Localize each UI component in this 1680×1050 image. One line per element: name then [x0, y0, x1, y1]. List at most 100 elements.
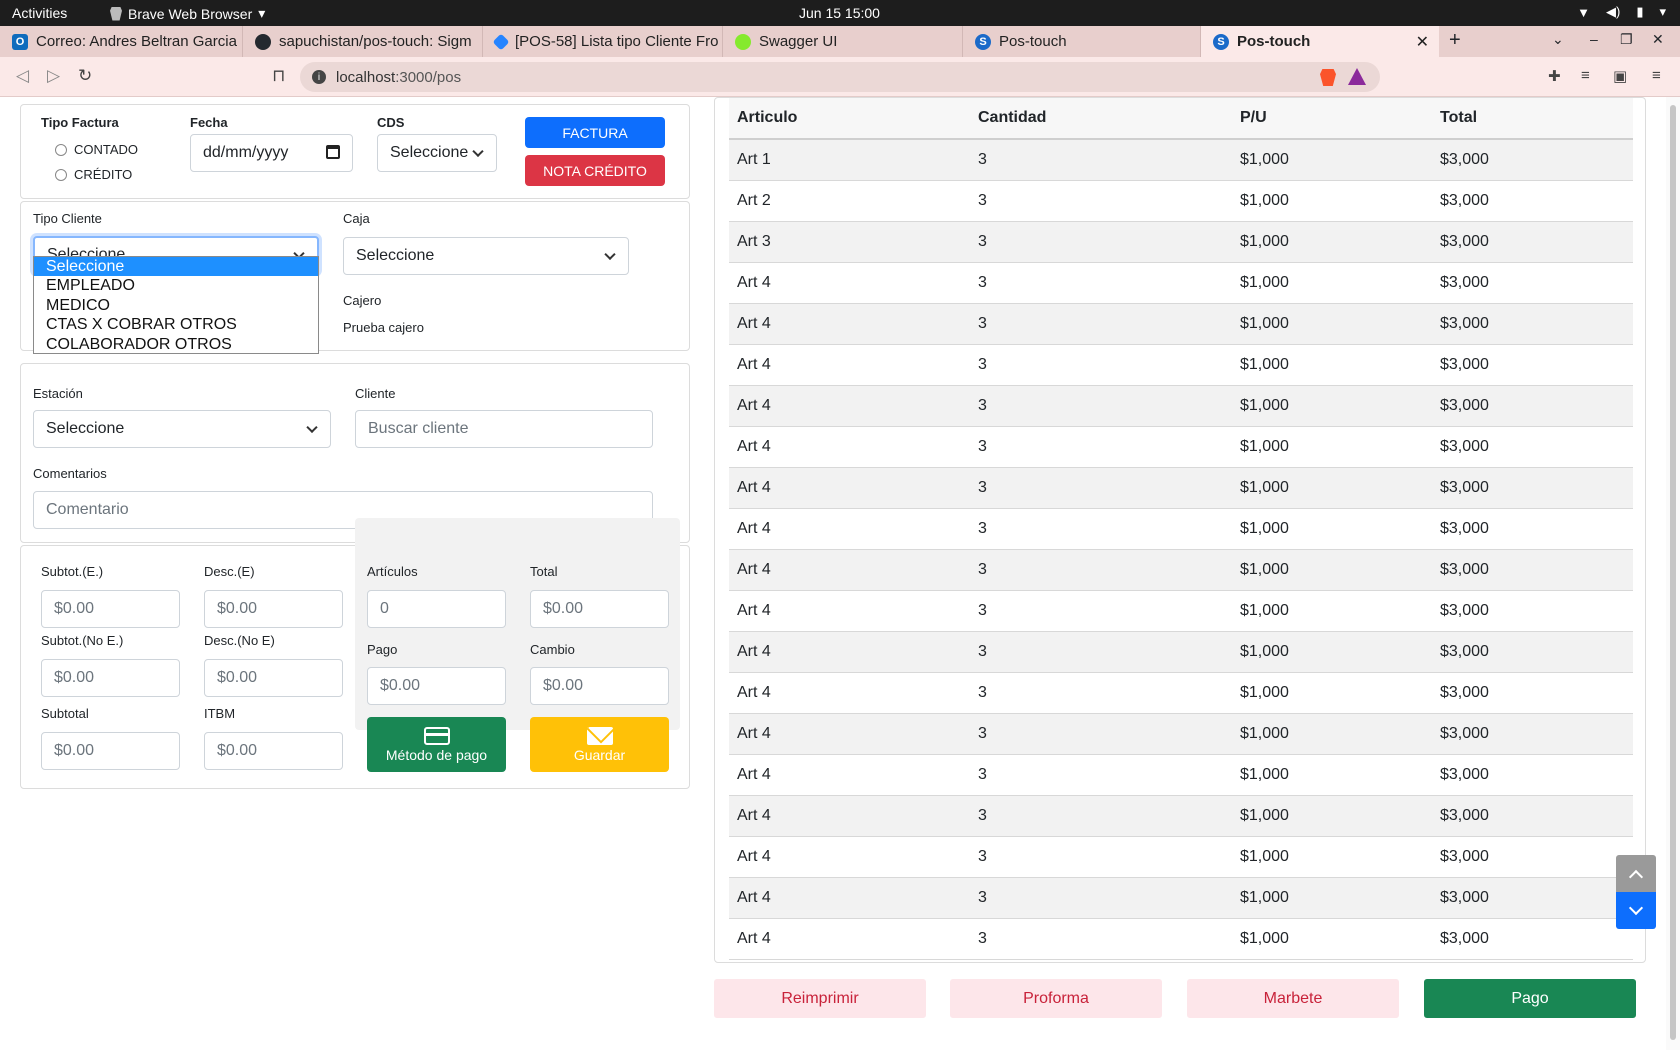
scroll-buttons — [1616, 855, 1656, 929]
cell-total: $3,000 — [1432, 508, 1633, 550]
table-row[interactable]: Art 4 3 $1,000 $3,000 — [729, 303, 1633, 345]
menu-icon[interactable]: ≡ — [1652, 67, 1661, 84]
page-scrollbar[interactable] — [1666, 97, 1680, 1050]
table-row[interactable]: Art 4 3 $1,000 $3,000 — [729, 631, 1633, 673]
table-row[interactable]: Art 4 3 $1,000 $3,000 — [729, 836, 1633, 878]
header-pu[interactable]: P/U — [1232, 98, 1432, 140]
address-bar[interactable]: i localhost:3000/pos — [300, 62, 1380, 92]
subtot-e-input[interactable]: $0.00 — [41, 590, 180, 628]
brave-lion-icon — [110, 6, 122, 21]
table-row[interactable]: Art 4 3 $1,000 $3,000 — [729, 672, 1633, 714]
header-articulo[interactable]: Articulo — [729, 98, 970, 140]
tab-jira[interactable]: [POS-58] Lista tipo Cliente Fro — [483, 26, 723, 57]
forward-icon[interactable]: ▷ — [47, 66, 60, 86]
table-row[interactable]: Art 4 3 $1,000 $3,000 — [729, 795, 1633, 837]
cds-select[interactable]: Seleccione — [377, 134, 497, 172]
table-row[interactable]: Art 4 3 $1,000 $3,000 — [729, 467, 1633, 509]
back-icon[interactable]: ◁ — [16, 66, 29, 86]
tipo-cliente-dropdown[interactable]: Seleccione EMPLEADO MEDICO CTAS X COBRAR… — [33, 256, 319, 354]
dropdown-option[interactable]: Seleccione — [34, 257, 318, 277]
cambio-input[interactable]: $0.00 — [530, 667, 669, 705]
pago-input[interactable]: $0.00 — [367, 667, 506, 705]
tab-swagger[interactable]: Swagger UI — [723, 26, 963, 57]
dropdown-option[interactable]: EMPLEADO — [34, 276, 318, 295]
scrollbar-thumb[interactable] — [1670, 105, 1676, 1040]
table-row[interactable]: Art 4 3 $1,000 $3,000 — [729, 262, 1633, 304]
subtot-ne-label: Subtot.(No E.) — [41, 633, 124, 648]
cell-total: $3,000 — [1432, 795, 1633, 837]
tab-github[interactable]: sapuchistan/pos-touch: Sigm — [243, 26, 483, 57]
table-row[interactable]: Art 4 3 $1,000 $3,000 — [729, 918, 1633, 960]
tab-pos-touch[interactable]: S Pos-touch — [963, 26, 1201, 57]
caja-select[interactable]: Seleccione — [343, 237, 629, 275]
table-row[interactable]: Art 4 3 $1,000 $3,000 — [729, 344, 1633, 386]
extensions-icon[interactable]: ✚ — [1548, 67, 1561, 85]
dropdown-option[interactable]: COLABORADOR OTROS — [34, 335, 318, 354]
subtot-ne-input[interactable]: $0.00 — [41, 659, 180, 697]
radio-contado[interactable]: CONTADO — [55, 142, 138, 157]
dropdown-option[interactable]: CTAS X COBRAR OTROS — [34, 315, 318, 334]
clock[interactable]: Jun 15 15:00 — [799, 5, 880, 21]
proforma-button[interactable]: Proforma — [950, 979, 1162, 1018]
tab-list-chevron-icon[interactable]: ⌄ — [1552, 31, 1564, 48]
table-row[interactable]: Art 4 3 $1,000 $3,000 — [729, 877, 1633, 919]
app-menu[interactable]: Brave Web Browser ▾ — [110, 5, 265, 22]
site-info-icon[interactable]: i — [312, 70, 326, 84]
maximize-icon[interactable]: ❐ — [1620, 31, 1633, 48]
pago-value: $0.00 — [380, 677, 421, 694]
table-row[interactable]: Art 4 3 $1,000 $3,000 — [729, 508, 1633, 550]
table-row[interactable]: Art 2 3 $1,000 $3,000 — [729, 180, 1633, 222]
itbm-input[interactable]: $0.00 — [204, 732, 343, 770]
table-row[interactable]: Art 4 3 $1,000 $3,000 — [729, 713, 1633, 755]
tab-pos-touch-active[interactable]: S Pos-touch ✕ — [1201, 26, 1439, 57]
subtotal-input[interactable]: $0.00 — [41, 732, 180, 770]
brave-shields-icon[interactable] — [1320, 69, 1336, 86]
brave-rewards-icon[interactable] — [1348, 68, 1366, 85]
table-row[interactable]: Art 4 3 $1,000 $3,000 — [729, 754, 1633, 796]
close-tab-icon[interactable]: ✕ — [1416, 32, 1429, 52]
wallet-icon[interactable]: ▣ — [1613, 67, 1627, 85]
cell-articulo: Art 2 — [729, 180, 970, 222]
table-row[interactable]: Art 4 3 $1,000 $3,000 — [729, 385, 1633, 427]
playlist-icon[interactable]: ≡ — [1581, 67, 1590, 84]
minimize-icon[interactable]: – — [1590, 31, 1598, 47]
reload-icon[interactable]: ↻ — [78, 66, 92, 86]
reimprimir-button[interactable]: Reimprimir — [714, 979, 926, 1018]
header-total[interactable]: Total — [1432, 98, 1633, 140]
table-row[interactable]: Art 4 3 $1,000 $3,000 — [729, 426, 1633, 468]
pos-touch-icon: S — [975, 33, 991, 50]
table-row[interactable]: Art 4 3 $1,000 $3,000 — [729, 549, 1633, 591]
metodo-pago-button[interactable]: Método de pago — [367, 717, 506, 772]
total-input[interactable]: $0.00 — [530, 590, 669, 628]
scroll-down-button[interactable] — [1616, 892, 1656, 929]
table-row[interactable]: Art 3 3 $1,000 $3,000 — [729, 221, 1633, 263]
articulos-input[interactable]: 0 — [367, 590, 506, 628]
marbete-button[interactable]: Marbete — [1187, 979, 1399, 1018]
desc-ne-input[interactable]: $0.00 — [204, 659, 343, 697]
cliente-placeholder: Buscar cliente — [368, 420, 469, 437]
nota-credito-button[interactable]: NOTA CRÉDITO — [525, 155, 665, 186]
desc-e-input[interactable]: $0.00 — [204, 590, 343, 628]
header-cantidad[interactable]: Cantidad — [970, 98, 1232, 140]
bookmark-icon[interactable]: ⊓ — [272, 66, 285, 86]
pago-button[interactable]: Pago — [1424, 979, 1636, 1018]
factura-button[interactable]: FACTURA — [525, 117, 665, 148]
table-row[interactable]: Art 4 3 $1,000 $3,000 — [729, 590, 1633, 632]
cliente-search-input[interactable]: Buscar cliente — [355, 410, 653, 448]
cell-cantidad: 3 — [970, 467, 1232, 509]
guardar-button[interactable]: Guardar — [530, 717, 669, 772]
dropdown-option[interactable]: MEDICO — [34, 296, 318, 315]
new-tab-icon[interactable]: + — [1449, 29, 1461, 52]
radio-credito[interactable]: CRÉDITO — [55, 167, 132, 182]
scroll-up-button[interactable] — [1616, 855, 1656, 892]
system-tray[interactable]: ▼ ◀) ▮ ▾ — [1577, 4, 1666, 20]
activities-button[interactable]: Activities — [12, 5, 67, 21]
fecha-input[interactable]: dd/mm/yyyy — [190, 134, 353, 172]
cell-cantidad: 3 — [970, 180, 1232, 222]
estacion-select[interactable]: Seleccione — [33, 410, 331, 448]
table-row[interactable]: Art 1 3 $1,000 $3,000 — [729, 139, 1633, 181]
calendar-icon[interactable] — [326, 145, 340, 159]
tab-correo[interactable]: O Correo: Andres Beltran Garcia — [0, 26, 243, 57]
close-window-icon[interactable]: ✕ — [1652, 31, 1664, 48]
pos-touch-icon: S — [1213, 33, 1229, 50]
